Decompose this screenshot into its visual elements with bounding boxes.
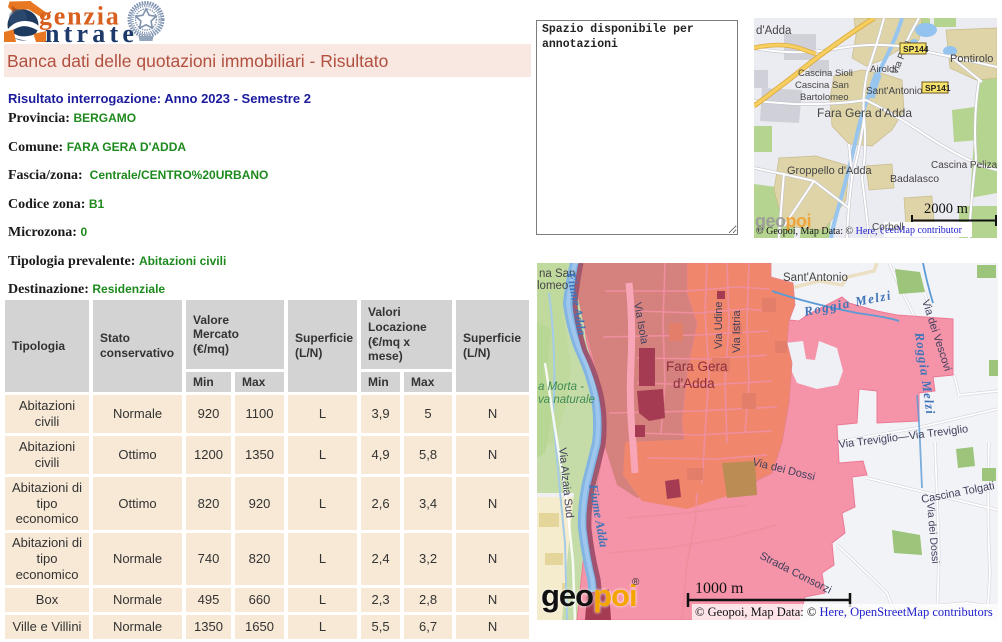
svg-text:Groppello d'Adda: Groppello d'Adda — [787, 165, 873, 177]
svg-text:d'Adda: d'Adda — [673, 376, 715, 391]
svg-text:®: ® — [632, 577, 640, 588]
svg-text:Sant'Antonio: Sant'Antonio — [866, 86, 923, 97]
svg-text:SP141: SP141 — [925, 83, 951, 93]
svg-text:Fara Gera: Fara Gera — [666, 359, 728, 374]
svg-text:© Geopoi, Map Data: © Here, Op: © Geopoi, Map Data: © Here, OpenStreetMa… — [695, 605, 993, 619]
svg-text:SP144: SP144 — [903, 44, 929, 54]
svg-text:lomeo: lomeo — [537, 280, 568, 292]
svg-text:geopoi: geopoi — [541, 578, 637, 613]
svg-text:a Morta -: a Morta - — [538, 381, 584, 393]
svg-text:Cascina San: Cascina San — [795, 80, 849, 91]
svg-text:Fara Gera d'Adda: Fara Gera d'Adda — [817, 106, 912, 120]
svg-text:ntrate: ntrate — [45, 19, 138, 44]
svg-text:d'Adda: d'Adda — [756, 25, 792, 37]
svg-text:Sant'Antonio: Sant'Antonio — [783, 272, 848, 284]
svg-text:2000 m: 2000 m — [924, 201, 969, 217]
svg-text:Corbell: Corbell — [872, 222, 904, 233]
svg-text:Cascina Sioli: Cascina Sioli — [798, 68, 853, 79]
svg-text:Badalasco: Badalasco — [890, 173, 939, 185]
svg-text:Cascina Peliza: Cascina Peliza — [931, 160, 997, 171]
svg-text:1000 m: 1000 m — [695, 580, 744, 597]
svg-text:Pontirolo: Pontirolo — [950, 53, 993, 65]
svg-text:Via Istria: Via Istria — [731, 310, 743, 353]
svg-text:va naturale: va naturale — [538, 394, 595, 406]
svg-text:Bartolomeo: Bartolomeo — [800, 92, 849, 103]
svg-text:Via Udine: Via Udine — [713, 302, 725, 350]
